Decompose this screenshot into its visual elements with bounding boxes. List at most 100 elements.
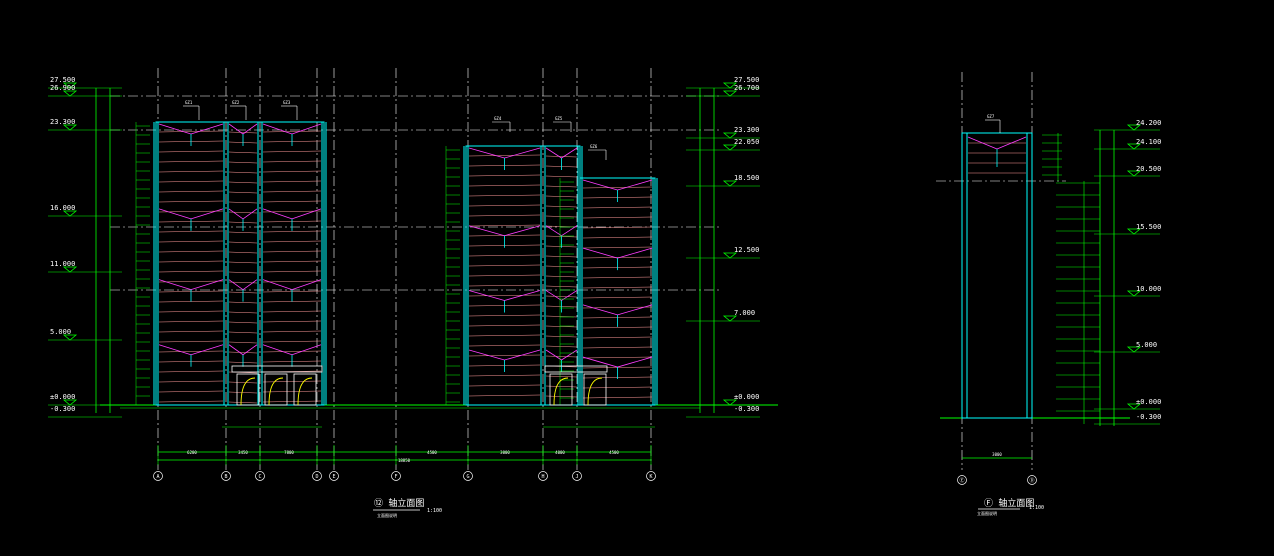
side-level-label-2: 20.500	[1136, 165, 1161, 173]
right-building-tall-panel-line	[545, 345, 578, 348]
left-level-label-2: 23.300	[50, 118, 75, 126]
left-building-brace	[291, 208, 322, 220]
side-level-label-4: 10.000	[1136, 285, 1161, 293]
left-building-panel-line	[262, 240, 322, 243]
right-level-label-6: 7.000	[734, 309, 755, 317]
door-4	[549, 373, 573, 406]
right-level-label-8: -0.300	[734, 405, 759, 413]
brace-tag-right-0: GZ4	[494, 116, 502, 121]
right-building-low-brace	[617, 179, 653, 191]
bottom-dim-span-1: 3450	[238, 450, 248, 455]
axis-label-F: F	[394, 474, 397, 480]
left-building-brace	[158, 208, 192, 220]
axis-label-H: H	[541, 474, 544, 480]
right-building-low-brace	[582, 179, 618, 191]
bottom-dim-span-4: 3000	[500, 450, 510, 455]
right-building-tall-panel-line	[468, 214, 541, 217]
right-building-low-panel-line	[582, 206, 653, 209]
side-axis-label-0: Ⓔ	[959, 477, 964, 484]
left-building-panel-line	[262, 250, 322, 253]
left-building-brace	[262, 123, 293, 135]
door-1	[236, 373, 260, 406]
side-level-label-1: 24.100	[1136, 138, 1161, 146]
left-building-panel-line	[262, 400, 322, 403]
left-building-panel-line	[262, 170, 322, 173]
left-building-brace	[158, 123, 192, 135]
right-building-tall-panel-line	[468, 344, 541, 347]
right-building-tall-panel-line	[545, 265, 578, 268]
left-building-panel-line	[262, 270, 322, 273]
right-building-tall-panel-line	[468, 324, 541, 327]
left-building-panel-line	[262, 380, 322, 383]
right-building-tall-panel-line	[468, 264, 541, 267]
right-building-tall-brace	[468, 349, 505, 361]
bottom-dim-span-0: 6200	[187, 450, 197, 455]
right-building-tall-panel-line	[468, 224, 541, 227]
right-building-tall-brace	[545, 225, 562, 237]
bottom-dim-span-5: 4000	[555, 450, 565, 455]
right-building-tall-panel-line	[468, 204, 541, 207]
right-building-tall-panel-line	[545, 185, 578, 188]
right-building-tall-brace	[468, 147, 505, 159]
left-building-brace	[228, 279, 244, 290]
left-building-panel-line	[158, 280, 224, 283]
right-building-low-panel-line	[582, 386, 653, 389]
right-building-low-panel-line	[582, 326, 653, 329]
side-brace-tag: GZ7	[987, 114, 995, 119]
left-building-brace	[190, 344, 224, 356]
left-building-brace	[190, 208, 224, 220]
left-building-panel-line	[262, 160, 322, 163]
right-building-low-panel-line	[582, 186, 653, 189]
left-level-label-6: ±0.000	[50, 393, 75, 401]
cad-drawing-canvas: GZ1 GZ2 GZ3GZ4 GZ5GZ627.50026.90023.30016.0…	[48, 68, 1161, 485]
left-building-panel-line	[228, 381, 258, 384]
left-building-panel-line	[262, 340, 322, 343]
right-building-tall-brace	[504, 147, 541, 159]
axis-label-D: D	[315, 474, 318, 480]
left-building-panel-line	[158, 240, 224, 243]
left-building-panel-line	[228, 301, 258, 304]
axis-label-G: G	[466, 474, 469, 480]
side-elevation: GZ7 24.200 24.100 20.500 15.500 10.000 5.000 ±0…	[936, 72, 1161, 485]
left-building-panel-line	[158, 250, 224, 253]
door-5-swing	[587, 377, 603, 406]
left-building-brace	[262, 344, 293, 356]
left-building-panel-line	[228, 311, 258, 314]
right-level-label-5: 12.500	[734, 246, 759, 254]
left-building-panel-line	[158, 160, 224, 163]
left-building-panel-line	[228, 331, 258, 334]
side-level-label-3: 15.500	[1136, 223, 1161, 231]
right-building-tall-brace	[545, 290, 562, 301]
left-building-panel-line	[228, 151, 258, 154]
right-building-tall-panel-line	[468, 394, 541, 397]
left-building-panel-line	[262, 320, 322, 323]
left-building-panel-line	[262, 260, 322, 263]
main-elevation: GZ1 GZ2 GZ3GZ4 GZ5GZ627.50026.90023.30016.0…	[48, 68, 778, 481]
left-level-label-1: 26.900	[50, 84, 75, 92]
left-building-brace	[158, 279, 192, 291]
door-2	[264, 373, 288, 406]
right-building-low-panel-line	[582, 286, 653, 289]
left-building-panel-line	[228, 251, 258, 254]
left-building-panel-line	[158, 380, 224, 383]
brace-tag-right-1: GZ5	[555, 116, 563, 121]
side-bottom-dim-label: 3000	[992, 452, 1002, 457]
right-building-low-panel-line	[582, 236, 653, 239]
side-building-outline	[961, 132, 1033, 419]
left-building-panel-line	[262, 150, 322, 153]
bottom-dim-span-3: 4500	[427, 450, 437, 455]
right-building-low-panel-line	[582, 346, 653, 349]
left-building-panel-line	[228, 351, 258, 354]
axis-label-A: A	[156, 474, 159, 480]
right-building-tall-panel-line	[545, 215, 578, 218]
right-building-tall-panel-line	[545, 155, 578, 158]
right-building-tall-panel-line	[468, 284, 541, 287]
left-building-panel-line	[228, 261, 258, 264]
side-level-label-0: 24.200	[1136, 119, 1161, 127]
left-building-panel-line	[158, 130, 224, 133]
axis-label-J: J	[575, 474, 578, 480]
left-building-panel-line	[228, 401, 258, 404]
left-level-label-3: 16.000	[50, 204, 75, 212]
left-building-panel-line	[158, 310, 224, 313]
right-building-tall-panel-line	[545, 175, 578, 178]
